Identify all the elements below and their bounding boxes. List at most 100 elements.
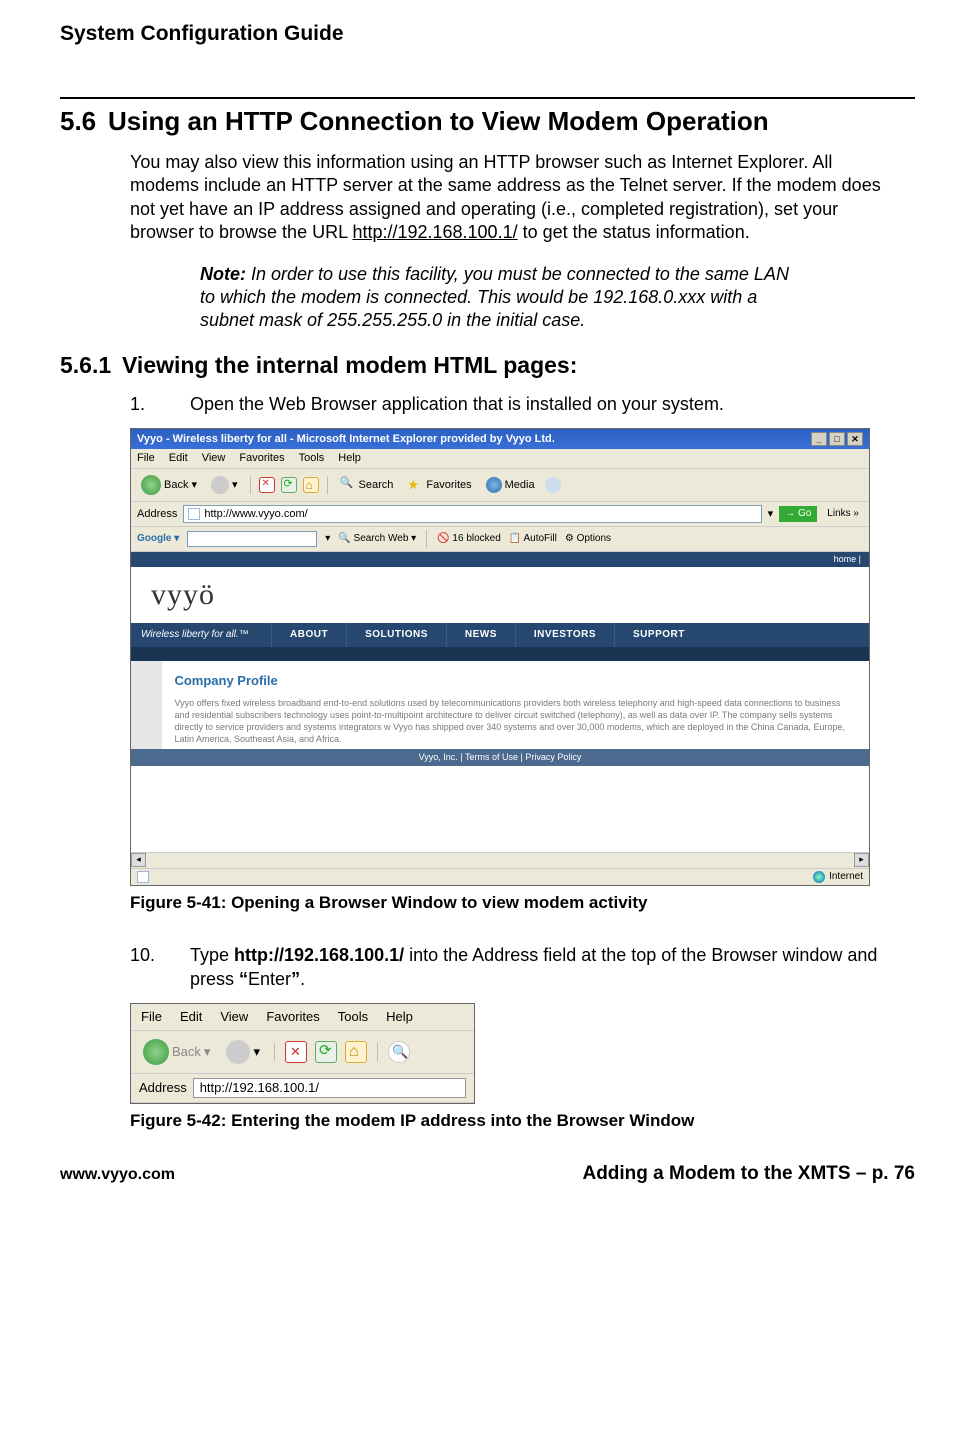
separator xyxy=(327,476,328,494)
separator xyxy=(377,1043,378,1061)
home-icon[interactable] xyxy=(303,477,319,493)
back-icon xyxy=(141,475,161,495)
zone-label: Internet xyxy=(829,871,863,883)
refresh-icon[interactable] xyxy=(281,477,297,493)
ie-menubar: File Edit View Favorites Tools Help xyxy=(131,449,869,469)
nav-support[interactable]: SUPPORT xyxy=(614,623,703,647)
doc-title: System Configuration Guide xyxy=(60,20,915,47)
step-10: 10. Type http://192.168.100.1/ into the … xyxy=(130,944,895,991)
media-button[interactable]: Media xyxy=(482,475,539,495)
search-icon[interactable] xyxy=(388,1041,410,1063)
nav-solutions[interactable]: SOLUTIONS xyxy=(346,623,446,647)
address-value: http://www.vyyo.com/ xyxy=(204,508,307,521)
section-title: Using an HTTP Connection to View Modem O… xyxy=(108,105,769,139)
separator xyxy=(250,476,251,494)
subsection-title: Viewing the internal modem HTML pages: xyxy=(122,351,577,381)
google-autofill[interactable]: 📋 AutoFill xyxy=(509,533,557,545)
menu-help[interactable]: Help xyxy=(338,452,361,465)
go-label: Go xyxy=(798,508,811,519)
menu-favorites[interactable]: Favorites xyxy=(239,452,284,465)
google-dropdown[interactable]: ▾ xyxy=(325,533,330,545)
address-input[interactable]: http://www.vyyo.com/ xyxy=(183,505,761,523)
separator xyxy=(274,1043,275,1061)
vyyo-subbar xyxy=(131,647,869,661)
step-1: 1. Open the Web Browser application that… xyxy=(130,393,895,416)
step-number: 1. xyxy=(130,393,190,416)
scroll-left-icon[interactable]: ◂ xyxy=(131,853,146,867)
google-toolbar: Google ▾ ▾ 🔍 Search Web ▾ 🚫 16 blocked 📋… xyxy=(131,527,869,552)
window-buttons: _ □ ✕ xyxy=(811,432,863,446)
stop-icon[interactable] xyxy=(259,477,275,493)
step-number: 10. xyxy=(130,944,190,991)
address-input[interactable]: http://192.168.100.1/ xyxy=(193,1078,466,1098)
ie-addressbar: Address http://192.168.100.1/ xyxy=(131,1074,474,1103)
go-button[interactable]: → Go xyxy=(779,506,817,522)
back-label: Back xyxy=(164,479,188,492)
vyyo-footer[interactable]: Vyyo, Inc. | Terms of Use | Privacy Poli… xyxy=(131,749,869,766)
media-icon xyxy=(486,477,502,493)
step-text: Open the Web Browser application that is… xyxy=(190,393,895,416)
page-icon xyxy=(137,871,149,883)
vyyo-top-link[interactable]: home | xyxy=(131,552,869,567)
forward-button[interactable]: ▾ xyxy=(222,1038,264,1066)
back-label: Back xyxy=(172,1044,201,1060)
vyyo-sidebar xyxy=(131,661,162,749)
history-icon[interactable] xyxy=(545,477,561,493)
footer-url: www.vyyo.com xyxy=(60,1165,175,1186)
close-button[interactable]: ✕ xyxy=(847,432,863,446)
globe-icon xyxy=(813,871,825,883)
search-icon xyxy=(340,477,356,493)
address-label: Address xyxy=(137,508,177,521)
nav-about[interactable]: ABOUT xyxy=(271,623,346,647)
nav-investors[interactable]: INVESTORS xyxy=(515,623,614,647)
star-icon xyxy=(407,477,423,493)
menu-view[interactable]: View xyxy=(220,1009,248,1025)
minimize-button[interactable]: _ xyxy=(811,432,827,446)
footer-page: Adding a Modem to the XMTS – p. 76 xyxy=(582,1162,915,1187)
menu-view[interactable]: View xyxy=(202,452,226,465)
google-searchweb-button[interactable]: 🔍 Search Web ▾ xyxy=(338,533,416,545)
favorites-button[interactable]: Favorites xyxy=(403,475,475,495)
ie-content-area: home | vyyö Wireless liberty for all.™ A… xyxy=(131,552,869,852)
favorites-label: Favorites xyxy=(426,479,471,492)
page-footer: www.vyyo.com Adding a Modem to the XMTS … xyxy=(60,1162,915,1187)
menu-help[interactable]: Help xyxy=(386,1009,413,1025)
menu-tools[interactable]: Tools xyxy=(338,1009,368,1025)
menu-file[interactable]: File xyxy=(137,452,155,465)
refresh-icon[interactable] xyxy=(315,1041,337,1063)
menu-favorites[interactable]: Favorites xyxy=(266,1009,319,1025)
menu-file[interactable]: File xyxy=(141,1009,162,1025)
nav-news[interactable]: NEWS xyxy=(446,623,515,647)
google-options[interactable]: ⚙ Options xyxy=(565,533,611,545)
page-icon xyxy=(188,508,200,520)
ie-toolbar: Back ▾ ▾ Search Favorites Media xyxy=(131,469,869,502)
google-search-input[interactable] xyxy=(187,531,317,547)
back-button[interactable]: Back ▾ xyxy=(139,1037,214,1067)
ie-window: Vyyo - Wireless liberty for all - Micros… xyxy=(130,428,870,886)
address-dropdown[interactable]: ▾ xyxy=(768,508,774,521)
menu-edit[interactable]: Edit xyxy=(169,452,188,465)
stop-icon[interactable] xyxy=(285,1041,307,1063)
search-button[interactable]: Search xyxy=(336,475,398,495)
links-button[interactable]: Links » xyxy=(823,508,863,520)
home-icon[interactable] xyxy=(345,1041,367,1063)
google-blocked[interactable]: 🚫 16 blocked xyxy=(437,533,501,545)
forward-icon xyxy=(211,476,229,494)
para-text-tail: to get the status information. xyxy=(518,222,750,242)
separator xyxy=(426,530,427,548)
scroll-right-icon[interactable]: ▸ xyxy=(854,853,869,867)
media-label: Media xyxy=(505,479,535,492)
back-button[interactable]: Back ▾ xyxy=(137,473,201,497)
maximize-button[interactable]: □ xyxy=(829,432,845,446)
ie-titlebar[interactable]: Vyyo - Wireless liberty for all - Micros… xyxy=(131,429,869,449)
section-heading: 5.6 Using an HTTP Connection to View Mod… xyxy=(60,105,915,139)
menu-tools[interactable]: Tools xyxy=(299,452,325,465)
horizontal-scrollbar[interactable]: ◂ ▸ xyxy=(131,852,869,868)
menu-edit[interactable]: Edit xyxy=(180,1009,202,1025)
ie-toolbar: Back ▾ ▾ xyxy=(131,1031,474,1074)
vyyo-main: Company Profile Vyyo offers fixed wirele… xyxy=(162,661,869,749)
ie-statusbar: Internet xyxy=(131,868,869,885)
search-label: Search xyxy=(359,479,394,492)
forward-button[interactable]: ▾ xyxy=(207,474,242,496)
back-icon xyxy=(143,1039,169,1065)
